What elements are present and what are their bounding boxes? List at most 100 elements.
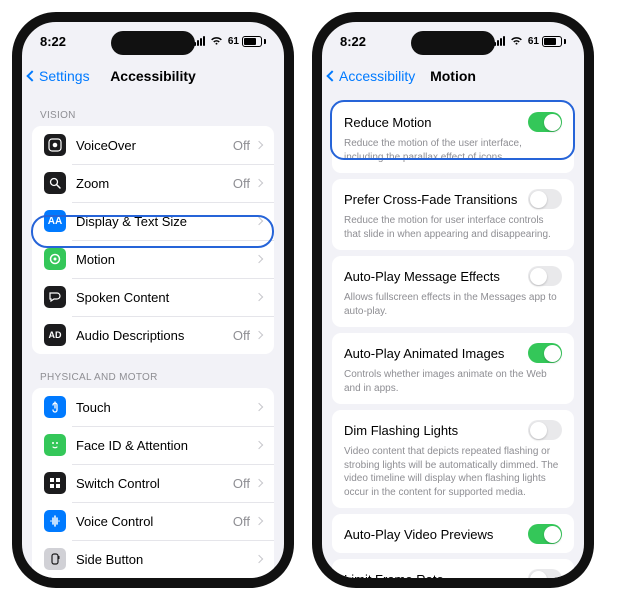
- toggle-video-previews[interactable]: [528, 524, 562, 544]
- chevron-right-icon: [255, 479, 263, 487]
- toggle-message-effects[interactable]: [528, 266, 562, 286]
- chevron-right-icon: [255, 517, 263, 525]
- row-voiceover[interactable]: VoiceOver Off: [32, 126, 274, 164]
- row-value: Off: [233, 476, 250, 491]
- status-right: 61: [494, 36, 566, 47]
- setting-desc: Controls whether images animate on the W…: [344, 368, 562, 395]
- faceid-icon: [44, 434, 66, 456]
- back-button[interactable]: Settings: [28, 60, 90, 92]
- page-title: Accessibility: [110, 68, 196, 84]
- row-spoken-content[interactable]: Spoken Content: [32, 278, 274, 316]
- battery-icon: 61: [228, 36, 266, 47]
- row-label: Switch Control: [76, 476, 233, 491]
- row-label: Voice Control: [76, 514, 233, 529]
- signal-icon: [194, 36, 205, 46]
- scroll-area[interactable]: Reduce Motion Reduce the motion of the u…: [322, 92, 584, 578]
- back-button[interactable]: Accessibility: [328, 60, 415, 92]
- status-time: 8:22: [40, 34, 66, 49]
- back-label: Settings: [39, 68, 90, 84]
- nav-bar: Accessibility Motion: [322, 60, 584, 92]
- chevron-right-icon: [255, 441, 263, 449]
- toggle-limit-framerate[interactable]: [528, 569, 562, 578]
- row-zoom[interactable]: Zoom Off: [32, 164, 274, 202]
- row-switch-control[interactable]: Switch Control Off: [32, 464, 274, 502]
- card-crossfade: Prefer Cross-Fade Transitions Reduce the…: [332, 179, 574, 250]
- toggle-crossfade[interactable]: [528, 189, 562, 209]
- row-label: Audio Descriptions: [76, 328, 233, 343]
- status-right: 61: [194, 36, 266, 47]
- chevron-right-icon: [255, 141, 263, 149]
- text-size-icon: AA: [44, 210, 66, 232]
- chevron-right-icon: [255, 555, 263, 563]
- chevron-right-icon: [255, 217, 263, 225]
- group-vision: VoiceOver Off Zoom Off AA Display & Text…: [32, 126, 274, 354]
- row-label: Side Button: [76, 552, 256, 567]
- toggle-reduce-motion[interactable]: [528, 112, 562, 132]
- chevron-left-icon: [326, 70, 337, 81]
- setting-title: Auto-Play Animated Images: [344, 346, 504, 361]
- switch-control-icon: [44, 472, 66, 494]
- touch-icon: [44, 396, 66, 418]
- row-label: Zoom: [76, 176, 233, 191]
- chevron-right-icon: [255, 179, 263, 187]
- card-reduce-motion: Reduce Motion Reduce the motion of the u…: [332, 102, 574, 173]
- chevron-right-icon: [255, 403, 263, 411]
- row-faceid[interactable]: Face ID & Attention: [32, 426, 274, 464]
- back-label: Accessibility: [339, 68, 415, 84]
- setting-title: Auto-Play Video Previews: [344, 527, 493, 542]
- row-label: Display & Text Size: [76, 214, 256, 229]
- notch: [411, 31, 495, 55]
- chevron-right-icon: [255, 331, 263, 339]
- scroll-area[interactable]: VISION VoiceOver Off Zoom Off AA Display…: [22, 92, 284, 578]
- row-value: Off: [233, 138, 250, 153]
- row-voice-control[interactable]: Voice Control Off: [32, 502, 274, 540]
- setting-desc: Allows fullscreen effects in the Message…: [344, 291, 562, 318]
- zoom-icon: [44, 172, 66, 194]
- row-label: Touch: [76, 400, 256, 415]
- setting-title: Dim Flashing Lights: [344, 423, 458, 438]
- row-label: Spoken Content: [76, 290, 256, 305]
- setting-title: Prefer Cross-Fade Transitions: [344, 192, 517, 207]
- status-time: 8:22: [340, 34, 366, 49]
- row-value: Off: [233, 176, 250, 191]
- toggle-animated-images[interactable]: [528, 343, 562, 363]
- setting-desc: Video content that depicts repeated flas…: [344, 445, 562, 499]
- row-touch[interactable]: Touch: [32, 388, 274, 426]
- row-audio-descriptions[interactable]: AD Audio Descriptions Off: [32, 316, 274, 354]
- row-motion[interactable]: Motion: [32, 240, 274, 278]
- group-motor: Touch Face ID & Attention Switch Control…: [32, 388, 274, 578]
- card-animated-images: Auto-Play Animated Images Controls wheth…: [332, 333, 574, 404]
- row-value: Off: [233, 514, 250, 529]
- wifi-icon: [210, 36, 223, 46]
- phone-motion: 8:22 61 Accessibility Motion Reduce Moti…: [312, 12, 594, 588]
- row-side-button[interactable]: Side Button: [32, 540, 274, 578]
- side-button-icon: [44, 548, 66, 570]
- chevron-left-icon: [26, 70, 37, 81]
- spoken-content-icon: [44, 286, 66, 308]
- card-message-effects: Auto-Play Message Effects Allows fullscr…: [332, 256, 574, 327]
- battery-icon: 61: [528, 36, 566, 47]
- setting-title: Auto-Play Message Effects: [344, 269, 500, 284]
- motion-icon: [44, 248, 66, 270]
- card-limit-framerate: Limit Frame Rate Sets the maximum frame …: [332, 559, 574, 578]
- wifi-icon: [510, 36, 523, 46]
- row-display-text-size[interactable]: AA Display & Text Size: [32, 202, 274, 240]
- voiceover-icon: [44, 134, 66, 156]
- audio-descriptions-icon: AD: [44, 324, 66, 346]
- signal-icon: [494, 36, 505, 46]
- setting-desc: Reduce the motion for user interface con…: [344, 214, 562, 241]
- nav-bar: Settings Accessibility: [22, 60, 284, 92]
- row-label: Motion: [76, 252, 256, 267]
- row-label: VoiceOver: [76, 138, 233, 153]
- notch: [111, 31, 195, 55]
- chevron-right-icon: [255, 293, 263, 301]
- phone-accessibility: 8:22 61 Settings Accessibility VISION Vo…: [12, 12, 294, 588]
- section-header-vision: VISION: [22, 92, 284, 126]
- toggle-dim-flashing[interactable]: [528, 420, 562, 440]
- card-video-previews: Auto-Play Video Previews: [332, 514, 574, 553]
- row-label: Face ID & Attention: [76, 438, 256, 453]
- setting-title: Limit Frame Rate: [344, 572, 444, 579]
- row-value: Off: [233, 328, 250, 343]
- section-header-motor: PHYSICAL AND MOTOR: [22, 354, 284, 388]
- card-dim-flashing: Dim Flashing Lights Video content that d…: [332, 410, 574, 508]
